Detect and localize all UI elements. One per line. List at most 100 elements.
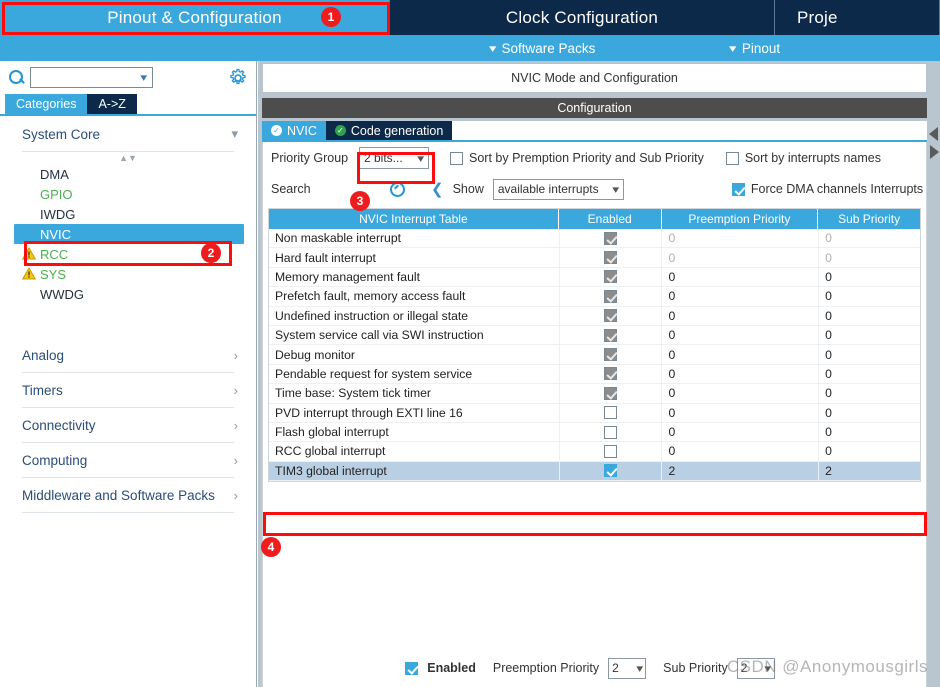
group-computing[interactable]: Computing › xyxy=(0,443,256,477)
row-enabled-checkbox[interactable] xyxy=(604,348,618,362)
cell-enabled[interactable] xyxy=(558,403,662,422)
cell-preemption-priority: 0 xyxy=(661,364,818,384)
table-row[interactable]: Non maskable interrupt 0 0 xyxy=(269,229,920,249)
chevron-right-icon: › xyxy=(233,382,238,398)
enabled-label: Enabled xyxy=(427,661,476,675)
cell-enabled[interactable] xyxy=(558,248,662,267)
table-row[interactable]: RCC global interrupt 0 0 xyxy=(269,442,920,462)
priority-group-row: Priority Group 2 bits... ▾ Sort by Premp… xyxy=(263,142,926,174)
cell-enabled[interactable] xyxy=(558,461,662,481)
column-header-sub[interactable]: Sub Priority xyxy=(818,209,920,229)
cell-enabled[interactable] xyxy=(558,287,662,306)
cell-enabled[interactable] xyxy=(558,442,662,461)
cell-enabled[interactable] xyxy=(558,345,662,364)
group-system-core[interactable]: System Core ▾ xyxy=(0,117,256,151)
sidebar-item-dma[interactable]: DMA xyxy=(0,164,256,184)
column-header-enabled[interactable]: Enabled xyxy=(558,209,662,229)
row-enabled-checkbox[interactable] xyxy=(604,367,618,381)
sidebar-item-rcc-label: RCC xyxy=(40,246,69,262)
cell-enabled[interactable] xyxy=(558,364,662,384)
cell-sub-priority: 0 xyxy=(818,345,920,364)
row-enabled-checkbox[interactable] xyxy=(604,425,618,439)
chevron-down-icon: ▾ xyxy=(635,662,643,675)
table-row[interactable]: Debug monitor 0 0 xyxy=(269,345,920,365)
table-row[interactable]: TIM3 global interrupt 2 2 xyxy=(269,461,920,482)
row-enabled-checkbox[interactable] xyxy=(604,406,618,420)
table-row[interactable]: System service call via SWI instruction 0… xyxy=(269,325,920,346)
cell-enabled[interactable] xyxy=(558,422,662,442)
row-enabled-checkbox[interactable] xyxy=(604,289,618,303)
force-dma-checkbox[interactable] xyxy=(731,182,745,196)
sidebar-item-sys-label: SYS xyxy=(40,266,67,282)
group-timers[interactable]: Timers › xyxy=(0,373,256,407)
search-reset-icon[interactable]: ❮ xyxy=(431,180,444,198)
preemption-priority-select[interactable]: 2 ▾ xyxy=(608,657,647,679)
search-icon[interactable] xyxy=(389,181,405,197)
sort-by-premption-checkbox[interactable] xyxy=(450,151,463,165)
cell-enabled[interactable] xyxy=(558,384,662,403)
cell-enabled[interactable] xyxy=(558,267,662,287)
tab-a-to-z[interactable]: A->Z xyxy=(87,94,137,114)
check-circle-icon: ✓ xyxy=(271,125,282,136)
table-row[interactable]: Prefetch fault, memory access fault 0 0 xyxy=(269,287,920,307)
stm32cubemx-window: Pinout & Configuration Clock Configurati… xyxy=(0,0,940,687)
tab-clock-configuration[interactable]: Clock Configuration xyxy=(390,0,775,35)
tab-code-generation[interactable]: ✓ Code generation xyxy=(325,121,453,140)
table-row[interactable]: Hard fault interrupt 0 0 xyxy=(269,248,920,268)
column-header-preemption[interactable]: Preemption Priority xyxy=(661,209,819,229)
table-row[interactable]: Memory management fault 0 0 xyxy=(269,267,920,288)
sidebar-item-wwdg[interactable]: WWDG xyxy=(0,284,256,304)
show-select[interactable]: available interrupts ▾ xyxy=(492,178,624,200)
row-enabled-checkbox[interactable] xyxy=(604,328,618,342)
sidebar-item-sys[interactable]: SYS xyxy=(0,264,256,284)
tab-nvic[interactable]: ✓ NVIC xyxy=(262,121,326,140)
cell-sub-priority: 0 xyxy=(818,403,920,422)
panel-scroll-strip[interactable] xyxy=(927,186,940,687)
enabled-checkbox[interactable] xyxy=(405,661,419,675)
table-row[interactable]: Undefined instruction or illegal state 0 0 xyxy=(269,306,920,326)
row-enabled-checkbox[interactable] xyxy=(604,444,618,458)
chevron-right-icon: › xyxy=(233,347,238,363)
sort-by-names-checkbox[interactable] xyxy=(725,151,739,165)
collapse-left-icon[interactable] xyxy=(929,127,938,141)
row-enabled-checkbox[interactable] xyxy=(604,309,618,323)
group-middleware[interactable]: Middleware and Software Packs › xyxy=(0,478,256,512)
table-row[interactable]: Pendable request for system service 0 0 xyxy=(269,364,920,385)
row-enabled-checkbox[interactable] xyxy=(604,464,618,478)
row-enabled-checkbox[interactable] xyxy=(604,231,618,245)
group-connectivity[interactable]: Connectivity › xyxy=(0,408,256,442)
tab-a-to-z-label: A->Z xyxy=(98,97,126,111)
nvic-configuration-content: Priority Group 2 bits... ▾ Sort by Premp… xyxy=(262,142,927,687)
chevron-right-icon: › xyxy=(233,417,238,433)
table-row[interactable]: PVD interrupt through EXTI line 16 0 0 xyxy=(269,403,920,423)
cell-enabled[interactable] xyxy=(558,229,662,248)
tab-clock-configuration-label: Clock Configuration xyxy=(505,7,659,27)
row-enabled-checkbox[interactable] xyxy=(604,251,618,265)
tab-project-manager[interactable]: Proje xyxy=(775,0,940,35)
group-analog[interactable]: Analog › xyxy=(0,338,256,372)
sidebar-item-nvic[interactable]: NVIC xyxy=(14,224,244,244)
gear-icon[interactable] xyxy=(228,68,248,88)
pinout-menu[interactable]: ▾ Pinout xyxy=(729,41,780,56)
cell-sub-priority: 0 xyxy=(818,267,920,287)
sidebar-item-iwdg[interactable]: IWDG xyxy=(0,204,256,224)
scroll-up-caret-icon[interactable]: ▲▼ xyxy=(0,152,256,164)
column-header-interrupt[interactable]: NVIC Interrupt Table xyxy=(269,209,559,229)
table-row[interactable]: Time base: System tick timer 0 0 xyxy=(269,384,920,404)
panel-collapse-arrows[interactable] xyxy=(928,123,940,183)
table-row[interactable]: Flash global interrupt 0 0 xyxy=(269,422,920,443)
tab-nvic-label: NVIC xyxy=(287,123,317,138)
cell-sub-priority: 0 xyxy=(818,229,920,248)
search-input[interactable]: ▾ xyxy=(30,67,153,88)
tab-categories[interactable]: Categories xyxy=(5,94,88,114)
cell-enabled[interactable] xyxy=(558,306,662,325)
cell-enabled[interactable] xyxy=(558,325,662,345)
row-enabled-checkbox[interactable] xyxy=(604,270,618,284)
expand-right-icon[interactable] xyxy=(930,145,939,159)
software-packs-menu[interactable]: ▾ Software Packs xyxy=(489,41,595,56)
sidebar-item-gpio[interactable]: GPIO xyxy=(0,184,256,204)
priority-group-value: 2 bits... xyxy=(364,151,403,165)
row-enabled-checkbox[interactable] xyxy=(604,386,618,400)
priority-group-select[interactable]: 2 bits... ▾ xyxy=(359,147,429,169)
cell-preemption-priority: 0 xyxy=(661,442,818,461)
